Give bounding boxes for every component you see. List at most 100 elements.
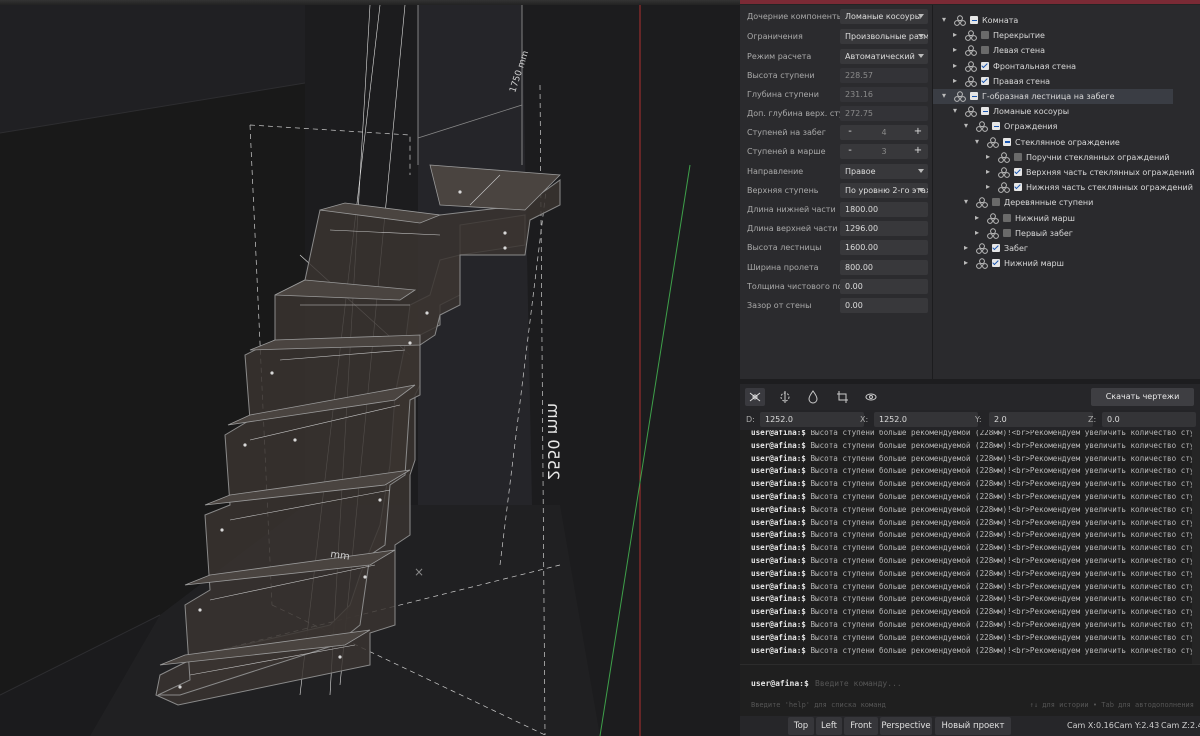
- tree-item[interactable]: ▸ Поручни стеклянных ограждений: [933, 150, 1200, 165]
- y-input[interactable]: 2.0: [989, 412, 1093, 427]
- material-button[interactable]: [803, 388, 823, 406]
- visibility-checkbox[interactable]: [981, 107, 989, 116]
- chevron-right-icon[interactable]: ▸: [986, 152, 994, 161]
- property-input[interactable]: 0.00: [840, 298, 928, 313]
- tree-item[interactable]: ▸ Первый забег: [933, 226, 1200, 241]
- visibility-checkbox[interactable]: [992, 244, 1000, 252]
- visibility-checkbox[interactable]: [1003, 213, 1011, 222]
- property-input[interactable]: 1296.00: [840, 221, 928, 236]
- visibility-checkbox[interactable]: [992, 122, 1000, 131]
- tree-item[interactable]: ▸ Фронтальная стена: [933, 59, 1200, 74]
- view-left-button[interactable]: Left: [816, 717, 842, 735]
- property-select[interactable]: Автоматический: [840, 49, 928, 64]
- tree-item-label: Ломаные косоуры: [993, 107, 1070, 117]
- visibility-checkbox[interactable]: [1003, 228, 1011, 237]
- property-row: Ступеней на забег - 4 +: [740, 125, 932, 141]
- visibility-checkbox[interactable]: [992, 198, 1000, 207]
- chevron-right-icon[interactable]: ▸: [953, 31, 961, 39]
- chevron-down-icon[interactable]: ▾: [942, 92, 950, 100]
- property-input[interactable]: 800.00: [840, 260, 928, 275]
- component-icon: [976, 197, 988, 209]
- tree-item[interactable]: ▸ Нижний марш: [933, 256, 1200, 271]
- chevron-right-icon[interactable]: ▸: [986, 183, 994, 191]
- 3d-viewport[interactable]: × 2550 mm 1750 mm mm: [0, 5, 740, 736]
- tree-item[interactable]: ▸ Левая стена: [933, 43, 1200, 58]
- visibility-checkbox[interactable]: [981, 61, 989, 70]
- console-message: Высота ступени больше рекомендуемой (228…: [810, 440, 1200, 450]
- property-row: Ступеней в марше - 3 +: [740, 144, 932, 160]
- component-icon: [998, 152, 1010, 163]
- chevron-right-icon[interactable]: ▸: [953, 76, 961, 85]
- chevron-down-icon[interactable]: ▾: [975, 137, 983, 146]
- chevron-right-icon[interactable]: ▸: [964, 244, 972, 252]
- property-select[interactable]: Правое: [840, 164, 928, 179]
- console-line: user@afina:$ Высота ступени больше реком…: [751, 505, 1200, 517]
- chevron-down-icon[interactable]: ▾: [953, 107, 961, 115]
- console-scrollbar[interactable]: [1192, 430, 1200, 664]
- visibility-checkbox[interactable]: [1014, 152, 1022, 161]
- increment-button[interactable]: +: [910, 125, 926, 140]
- snap-tool-button[interactable]: [745, 388, 765, 406]
- visibility-checkbox[interactable]: [981, 46, 989, 55]
- tree-item[interactable]: ▾ Ломаные косоуры: [933, 104, 1200, 119]
- tree-item[interactable]: ▾ Комната: [933, 13, 1200, 28]
- view-bar: Top Left Front Perspective Новый проект …: [740, 716, 1200, 736]
- chevron-right-icon[interactable]: ▸: [986, 168, 994, 176]
- crop-button[interactable]: [833, 388, 853, 406]
- view-front-button[interactable]: Front: [844, 717, 878, 735]
- property-select[interactable]: Произвольные размеры: [840, 29, 928, 44]
- property-label: Доп. глубина верх. сту...: [747, 109, 852, 118]
- download-drawings-button[interactable]: Скачать чертежи: [1091, 388, 1194, 406]
- chevron-right-icon[interactable]: ▸: [953, 61, 961, 70]
- visibility-checkbox[interactable]: [1003, 137, 1011, 146]
- chevron-down-icon[interactable]: ▾: [942, 16, 950, 24]
- visibility-checkbox[interactable]: [1014, 183, 1022, 192]
- tree-item[interactable]: ▸ Нижняя часть стеклянных ограждений: [933, 180, 1200, 195]
- view-top-button[interactable]: Top: [788, 717, 814, 735]
- tree-item[interactable]: ▸ Перекрытие: [933, 28, 1200, 43]
- console-line: user@afina:$ Высота ступени больше реком…: [751, 543, 1200, 555]
- chevron-right-icon[interactable]: ▸: [975, 228, 983, 237]
- tree-item[interactable]: ▾ Стеклянное ограждение: [933, 135, 1200, 150]
- console-log[interactable]: user@afina:$ Высота ступени больше реком…: [740, 430, 1200, 664]
- decrement-button[interactable]: -: [842, 125, 858, 140]
- increment-button[interactable]: +: [910, 144, 926, 159]
- decrement-button[interactable]: -: [842, 144, 858, 159]
- visibility-checkbox[interactable]: [970, 92, 978, 100]
- chevron-right-icon[interactable]: ▸: [953, 46, 961, 54]
- new-project-button[interactable]: Новый проект: [935, 717, 1011, 735]
- tree-item[interactable]: ▸ Верхняя часть стеклянных ограждений: [933, 165, 1200, 180]
- z-input[interactable]: 0.0: [1102, 412, 1196, 427]
- tool-bar: Скачать чертежи: [740, 384, 1200, 410]
- visibility-checkbox[interactable]: [992, 259, 1000, 268]
- tree-item[interactable]: ▾ Ограждения: [933, 119, 1200, 134]
- view-perspective-button[interactable]: Perspective: [880, 717, 932, 735]
- chevron-down-icon[interactable]: ▾: [964, 122, 972, 130]
- tree-item[interactable]: ▾ Деревянные ступени: [933, 195, 1200, 210]
- chevron-right-icon[interactable]: ▸: [975, 213, 983, 222]
- scene-canvas[interactable]: × 2550 mm 1750 mm mm: [0, 5, 740, 736]
- visibility-checkbox[interactable]: [1014, 168, 1022, 176]
- visibility-checkbox[interactable]: [970, 16, 978, 24]
- grid-snap-button[interactable]: [775, 388, 795, 406]
- rotate-view-button[interactable]: [861, 388, 881, 406]
- d-input[interactable]: 1252.0: [760, 412, 864, 427]
- visibility-checkbox[interactable]: [981, 76, 989, 85]
- property-input[interactable]: 1800.00: [840, 202, 928, 217]
- tree-item-label: Перекрытие: [993, 31, 1045, 41]
- tree-item[interactable]: ▸ Правая стена: [933, 74, 1200, 89]
- property-input[interactable]: 0.00: [840, 279, 928, 294]
- chevron-down-icon[interactable]: ▾: [964, 198, 972, 206]
- command-input[interactable]: [815, 676, 1190, 690]
- property-input[interactable]: 1600.00: [840, 240, 928, 255]
- tree-item[interactable]: ▸ Нижний марш: [933, 211, 1200, 226]
- chevron-right-icon[interactable]: ▸: [964, 259, 972, 267]
- tree-item[interactable]: ▾ Г-образная лестница на забеге: [933, 89, 1173, 104]
- property-row: Толщина чистового по... 0.00: [740, 279, 932, 295]
- property-select[interactable]: По уровню 2-го этажа: [840, 183, 928, 198]
- x-input[interactable]: 1252.0: [874, 412, 978, 427]
- property-label: Ограничения: [747, 32, 803, 41]
- tree-item[interactable]: ▸ Забег: [933, 241, 1200, 256]
- visibility-checkbox[interactable]: [981, 31, 989, 40]
- property-select[interactable]: Ломаные косоуры: [840, 9, 928, 24]
